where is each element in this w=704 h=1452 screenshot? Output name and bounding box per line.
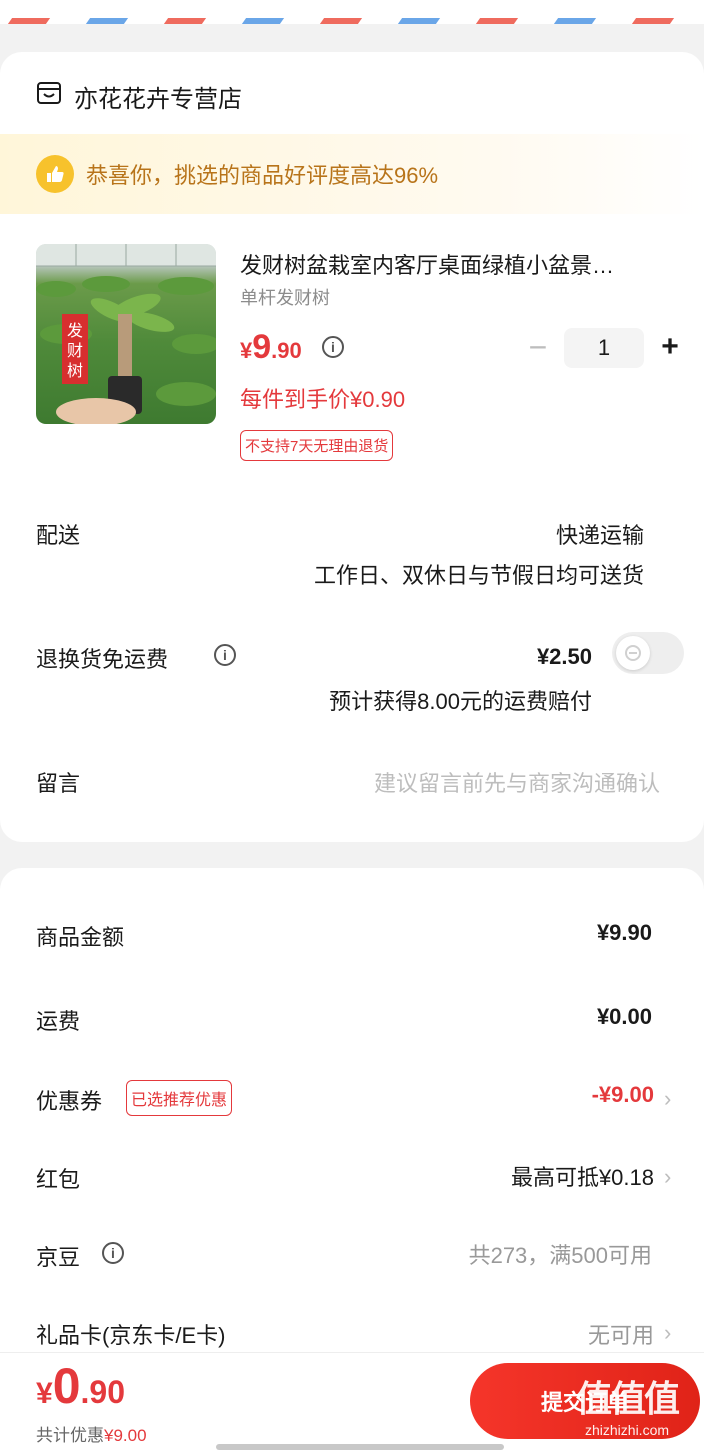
svg-text:树: 树 <box>67 361 83 380</box>
coupon-label: 优惠券 <box>36 1089 103 1114</box>
return-insurance-price: ¥2.50 <box>536 644 592 669</box>
product-price: ¥ 9 .90 <box>240 328 302 366</box>
coupon-value[interactable]: -¥9.00 <box>592 1082 654 1108</box>
gift-card-value[interactable]: 无可用 <box>588 1318 654 1350</box>
return-insurance-note: 预计获得8.00元的运费赔付 <box>329 689 592 714</box>
total-price: ¥ 0 .90 <box>36 1358 125 1414</box>
return-insurance-toggle[interactable] <box>612 632 684 674</box>
thumbs-up-icon <box>36 155 74 193</box>
praise-text: 恭喜你，挑选的商品好评度高达96% <box>86 163 439 188</box>
product-image[interactable]: 发 财 树 <box>36 244 216 424</box>
envelope-dash <box>85 18 129 24</box>
envelope-dash <box>7 18 51 24</box>
quantity-increase-button[interactable]: + <box>656 332 684 362</box>
message-label: 留言 <box>36 771 81 796</box>
red-packet-value[interactable]: 最高可抵¥0.18 <box>511 1160 654 1192</box>
coupon-badge: 已选推荐优惠 <box>126 1080 233 1116</box>
price-info-icon[interactable]: i <box>322 336 344 358</box>
jd-beans-info-icon[interactable]: i <box>102 1242 124 1264</box>
chevron-right-icon[interactable]: › <box>664 1086 671 1112</box>
envelope-dash <box>553 18 597 24</box>
total-discount: 共计优惠¥9.00 <box>36 1426 147 1445</box>
quantity-input[interactable]: 1 <box>564 328 644 368</box>
envelope-dash <box>631 18 675 24</box>
store-header[interactable]: 亦花花卉专营店 <box>36 76 242 116</box>
message-input[interactable]: 建议留言前先与商家沟通确认 <box>374 766 660 798</box>
envelope-dash <box>319 18 363 24</box>
final-unit-price: 每件到手价¥0.90 <box>240 387 406 412</box>
envelope-dash <box>397 18 441 24</box>
praise-banner: 恭喜你，挑选的商品好评度高达96% <box>0 134 704 214</box>
shipping-value: ¥0.00 <box>596 1004 652 1029</box>
jd-beans-value: 共273，满500可用 <box>468 1243 652 1268</box>
chevron-right-icon[interactable]: › <box>664 1320 671 1346</box>
envelope-dash <box>475 18 519 24</box>
delivery-label: 配送 <box>36 523 81 548</box>
red-packet-label: 红包 <box>36 1167 81 1192</box>
store-icon <box>36 80 62 113</box>
return-insurance-info-icon[interactable]: i <box>214 644 236 666</box>
gift-card-label: 礼品卡(京东卡/E卡) <box>36 1323 226 1348</box>
order-item-card: 亦花花卉专营店 恭喜你，挑选的商品好评度高达96% 发 财 树 发财树盆栽室内客… <box>0 52 704 842</box>
envelope-border <box>0 0 704 24</box>
shipping-label: 运费 <box>36 1009 81 1034</box>
svg-text:发: 发 <box>67 321 83 340</box>
delivery-method[interactable]: 快递运输 <box>556 518 644 550</box>
goods-amount-value: ¥9.90 <box>596 920 652 945</box>
envelope-dash <box>163 18 207 24</box>
home-indicator <box>216 1444 504 1450</box>
toggle-knob <box>616 636 650 670</box>
svg-text:财: 财 <box>67 341 83 360</box>
product-spec[interactable]: 单杆发财树 <box>240 284 330 310</box>
chevron-right-icon[interactable]: › <box>664 1164 671 1190</box>
product-title[interactable]: 发财树盆栽室内客厅桌面绿植小盆景… <box>240 248 684 280</box>
return-insurance-label: 退换货免运费 <box>36 647 169 672</box>
store-name: 亦花花卉专营店 <box>74 85 242 113</box>
quantity-decrease-button[interactable]: − <box>526 331 550 363</box>
goods-amount-label: 商品金额 <box>36 925 125 950</box>
delivery-schedule[interactable]: 工作日、双休日与节假日均可送货 <box>314 558 644 590</box>
jd-beans-label: 京豆 <box>36 1245 81 1270</box>
return-policy-badge: 不支持7天无理由退货 <box>240 430 394 461</box>
envelope-dash <box>241 18 285 24</box>
watermark-logo: 值值值 zhizhizhi.com <box>575 1378 680 1438</box>
